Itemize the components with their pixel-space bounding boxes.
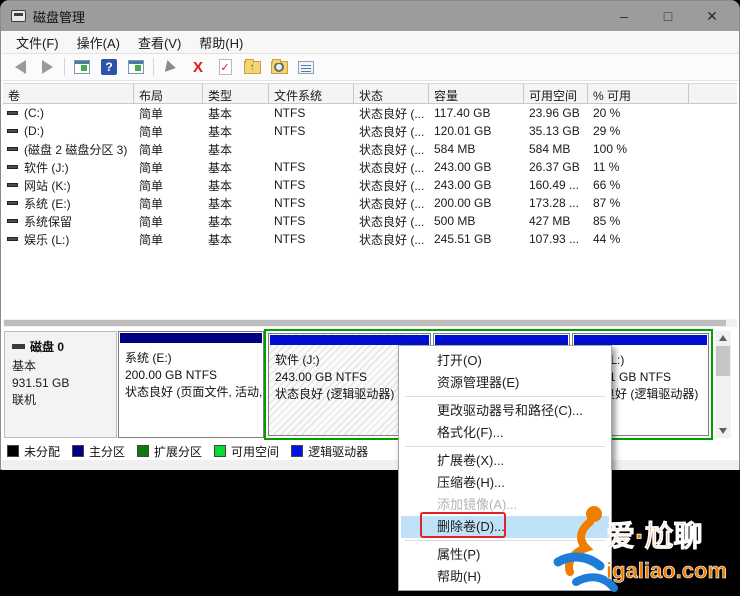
forward-icon[interactable] (37, 58, 57, 76)
maximize-button[interactable]: □ (659, 8, 677, 25)
partition-size: 200.00 GB NTFS (125, 367, 257, 384)
volume-list: 卷 布局 类型 文件系统 状态 容量 可用空间 % 可用 (C:) 简单 基本 … (3, 83, 737, 248)
properties-icon[interactable] (296, 58, 316, 76)
vscroll-thumb[interactable] (716, 346, 730, 376)
menu-bar: 文件(F) 操作(A) 查看(V) 帮助(H) (2, 31, 739, 54)
action-pointer-icon[interactable] (161, 58, 181, 76)
scroll-up-icon[interactable] (715, 331, 731, 345)
volume-icon (7, 219, 18, 223)
column-header-capacity[interactable]: 容量 (429, 84, 524, 103)
scroll-down-icon[interactable] (715, 424, 731, 438)
watermark-domain: igaliao.com (606, 558, 727, 583)
menu-item-format[interactable]: 格式化(F)... (401, 422, 609, 444)
partition-status: 状态良好 (页面文件, 活动, (125, 384, 257, 401)
column-header-free[interactable]: 可用空间 (524, 84, 588, 103)
partition-system-e[interactable]: 系统 (E:) 200.00 GB NTFS 状态良好 (页面文件, 活动, (118, 331, 264, 438)
annotation-highlight-box (420, 512, 506, 538)
volume-icon (7, 165, 18, 169)
volume-icon (7, 111, 18, 115)
disk0-label-panel[interactable]: 磁盘 0 基本 931.51 GB 联机 (4, 331, 117, 438)
menu-item-extend-volume[interactable]: 扩展卷(X)... (401, 450, 609, 472)
table-row[interactable]: (磁盘 2 磁盘分区 3) 简单 基本 状态良好 (... 584 MB 584… (3, 140, 737, 158)
table-row[interactable]: 系统保留 简单 基本 NTFS 状态良好 (... 500 MB 427 MB … (3, 212, 737, 230)
close-button[interactable]: ✕ (703, 8, 721, 25)
menu-item-explorer[interactable]: 资源管理器(E) (401, 372, 609, 394)
partition-name: 系统 (E:) (125, 350, 257, 367)
app-icon (11, 10, 26, 22)
console-window-icon[interactable] (72, 58, 92, 76)
back-icon[interactable] (10, 58, 30, 76)
menu-separator (405, 396, 605, 397)
legend-item-freespace: 可用空间 (214, 443, 279, 460)
horizontal-scrollbar[interactable] (3, 319, 737, 327)
menu-item-shrink-volume[interactable]: 压缩卷(H)... (401, 472, 609, 494)
volume-icon (7, 201, 18, 205)
logical-partition-stripe (270, 335, 429, 345)
screenshot-stage: 磁盘管理 – □ ✕ 文件(F) 操作(A) 查看(V) 帮助(H) ? X ✓… (0, 0, 740, 596)
delete-icon[interactable]: X (188, 58, 208, 76)
disk-icon (12, 344, 25, 349)
disk-management-window: 磁盘管理 – □ ✕ 文件(F) 操作(A) 查看(V) 帮助(H) ? X ✓… (0, 0, 740, 470)
find-icon[interactable] (269, 58, 289, 76)
legend-item-logical: 逻辑驱动器 (291, 443, 368, 460)
table-row[interactable]: 网站 (K:) 简单 基本 NTFS 状态良好 (... 243.00 GB 1… (3, 176, 737, 194)
disk-type: 基本 (12, 358, 109, 375)
legend-swatch (137, 445, 149, 457)
volume-icon (7, 147, 18, 151)
menu-separator (405, 446, 605, 447)
toolbar: ? X ✓ ↑ (2, 54, 739, 81)
volume-icon (7, 183, 18, 187)
column-header-type[interactable]: 类型 (203, 84, 269, 103)
minimize-button[interactable]: – (615, 8, 633, 25)
legend-item-primary: 主分区 (72, 443, 125, 460)
console-tree-icon[interactable] (126, 58, 146, 76)
disk-status: 联机 (12, 392, 109, 409)
legend-swatch (214, 445, 226, 457)
legend-swatch (291, 445, 303, 457)
volume-icon (7, 237, 18, 241)
hscroll-thumb[interactable] (4, 320, 726, 326)
window-bottom-strip (2, 460, 739, 470)
column-header-status[interactable]: 状态 (354, 84, 429, 103)
menu-file[interactable]: 文件(F) (8, 31, 67, 54)
vertical-scrollbar[interactable] (715, 331, 731, 438)
legend-item-unallocated: 未分配 (7, 443, 60, 460)
table-row[interactable]: 系统 (E:) 简单 基本 NTFS 状态良好 (... 200.00 GB 1… (3, 194, 737, 212)
legend-swatch (72, 445, 84, 457)
table-row[interactable]: 软件 (J:) 简单 基本 NTFS 状态良好 (... 243.00 GB 2… (3, 158, 737, 176)
toolbar-separator (153, 58, 154, 76)
logical-partition-stripe (574, 335, 707, 345)
volume-list-header: 卷 布局 类型 文件系统 状态 容量 可用空间 % 可用 (3, 83, 737, 104)
verify-disk-icon[interactable]: ✓ (215, 58, 235, 76)
export-icon[interactable]: ↑ (242, 58, 262, 76)
watermark-brand: 爱·尬聊 (606, 520, 703, 553)
menu-help[interactable]: 帮助(H) (191, 31, 251, 54)
help-icon[interactable]: ? (99, 58, 119, 76)
table-row[interactable]: 娱乐 (L:) 简单 基本 NTFS 状态良好 (... 245.51 GB 1… (3, 230, 737, 248)
column-header-extra (689, 84, 737, 103)
table-row[interactable]: (D:) 简单 基本 NTFS 状态良好 (... 120.01 GB 35.1… (3, 122, 737, 140)
window-title: 磁盘管理 (33, 7, 85, 26)
column-header-layout[interactable]: 布局 (134, 84, 203, 103)
toolbar-separator (64, 58, 65, 76)
menu-view[interactable]: 查看(V) (130, 31, 189, 54)
title-bar: 磁盘管理 – □ ✕ (1, 1, 739, 31)
watermark: 爱·尬聊 igaliao.com (550, 500, 740, 596)
disk-size: 931.51 GB (12, 375, 109, 392)
menu-item-change-drive-letter[interactable]: 更改驱动器号和路径(C)... (401, 400, 609, 422)
primary-partition-stripe (120, 333, 262, 343)
column-header-filesystem[interactable]: 文件系统 (269, 84, 354, 103)
column-header-pctfree[interactable]: % 可用 (588, 84, 689, 103)
table-row[interactable]: (C:) 简单 基本 NTFS 状态良好 (... 117.40 GB 23.9… (3, 104, 737, 122)
menu-item-open[interactable]: 打开(O) (401, 350, 609, 372)
legend-item-extended: 扩展分区 (137, 443, 202, 460)
column-header-volume[interactable]: 卷 (3, 84, 134, 103)
logical-partition-stripe (435, 335, 568, 345)
menu-action[interactable]: 操作(A) (69, 31, 128, 54)
legend-swatch (7, 445, 19, 457)
volume-icon (7, 129, 18, 133)
legend: 未分配 主分区 扩展分区 可用空间 逻辑驱动器 (7, 442, 368, 460)
